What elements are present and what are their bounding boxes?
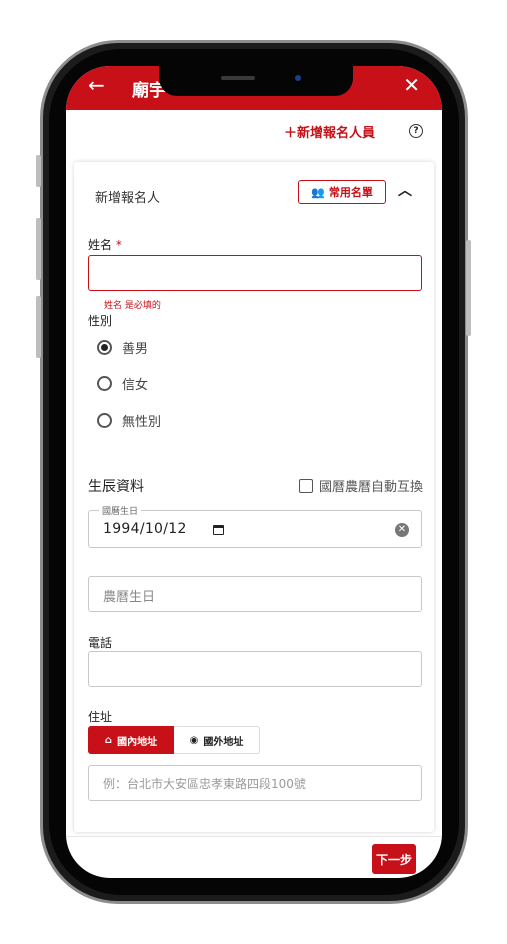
solar-birthday-value: 1994/10/12 [103,521,187,537]
card-title: 新增報名人 [95,191,161,206]
gender-option-female[interactable]: 信女 [97,374,148,393]
name-label-text: 姓名 [88,238,113,252]
volume-up-button [36,218,41,280]
common-list-button[interactable]: 👥 常用名單 [298,180,386,204]
phone-input[interactable] [88,651,422,687]
lunar-auto-convert-checkbox[interactable]: 國曆農曆自動互換 [299,476,423,495]
lunar-birthday-placeholder: 農曆生日 [103,590,156,605]
birth-section-title: 生辰資料 [88,479,144,495]
name-label: 姓名 * [88,236,122,253]
tab-domestic-address[interactable]: ⌂ 國內地址 [88,726,174,754]
address-placeholder: 例：台北市大安區忠孝東路四段100號 [103,777,306,791]
gender-option-label: 善男 [122,342,149,357]
checkbox-empty-icon [299,478,313,493]
app-screen: ← 廟宇 ✕ ＋新增報名人員 ? 新增報名人 👥 常用名單 ︿ 姓名 * 姓名 … [66,66,442,878]
gender-label: 性別 [88,314,113,328]
radio-empty-icon [97,413,112,428]
speaker-grille [221,76,255,80]
device-notch [159,66,353,96]
help-circle-icon[interactable]: ? [409,124,423,138]
add-registrant-button[interactable]: ＋新增報名人員 [284,122,375,141]
clear-icon[interactable]: ✕ [395,523,409,537]
gender-option-label: 無性別 [122,415,162,430]
solar-birthday-legend: 國曆生日 [99,504,142,517]
power-button [466,240,471,336]
gender-option-none[interactable]: 無性別 [97,411,161,430]
home-icon: ⌂ [104,734,113,746]
tab-foreign-label: 國外地址 [203,736,244,748]
radio-empty-icon [97,376,112,391]
close-icon[interactable]: ✕ [403,73,420,97]
next-step-button[interactable]: 下一步 [372,844,416,874]
arrow-left-icon[interactable]: ← [88,73,105,97]
gender-option-male[interactable]: 善男 [97,338,148,357]
front-camera [295,75,301,81]
name-error-text: 姓名 是必填的 [104,301,161,311]
volume-down-button [36,296,41,358]
tab-foreign-address[interactable]: ◉ 國外地址 [174,726,260,754]
tab-domestic-label: 國內地址 [117,736,158,748]
calendar-icon[interactable] [213,525,224,535]
common-list-label: 常用名單 [328,186,373,199]
gender-option-label: 信女 [122,378,149,393]
solar-birthday-field[interactable]: 國曆生日 1994/10/12 ✕ [88,504,422,548]
name-input[interactable] [88,255,422,291]
address-label: 住址 [88,710,113,724]
globe-icon: ◉ [189,734,199,746]
chevron-up-icon[interactable]: ︿ [398,180,412,200]
footer-divider [66,836,442,837]
address-input[interactable]: 例：台北市大安區忠孝東路四段100號 [88,765,422,801]
required-mark: * [115,238,122,252]
phone-label: 電話 [88,636,113,650]
lunar-auto-convert-label: 國曆農曆自動互換 [319,480,424,495]
mute-switch [36,155,41,187]
radio-selected-icon [97,340,112,355]
lunar-birthday-field[interactable]: 農曆生日 [88,576,422,612]
people-icon: 👥 [311,185,325,199]
